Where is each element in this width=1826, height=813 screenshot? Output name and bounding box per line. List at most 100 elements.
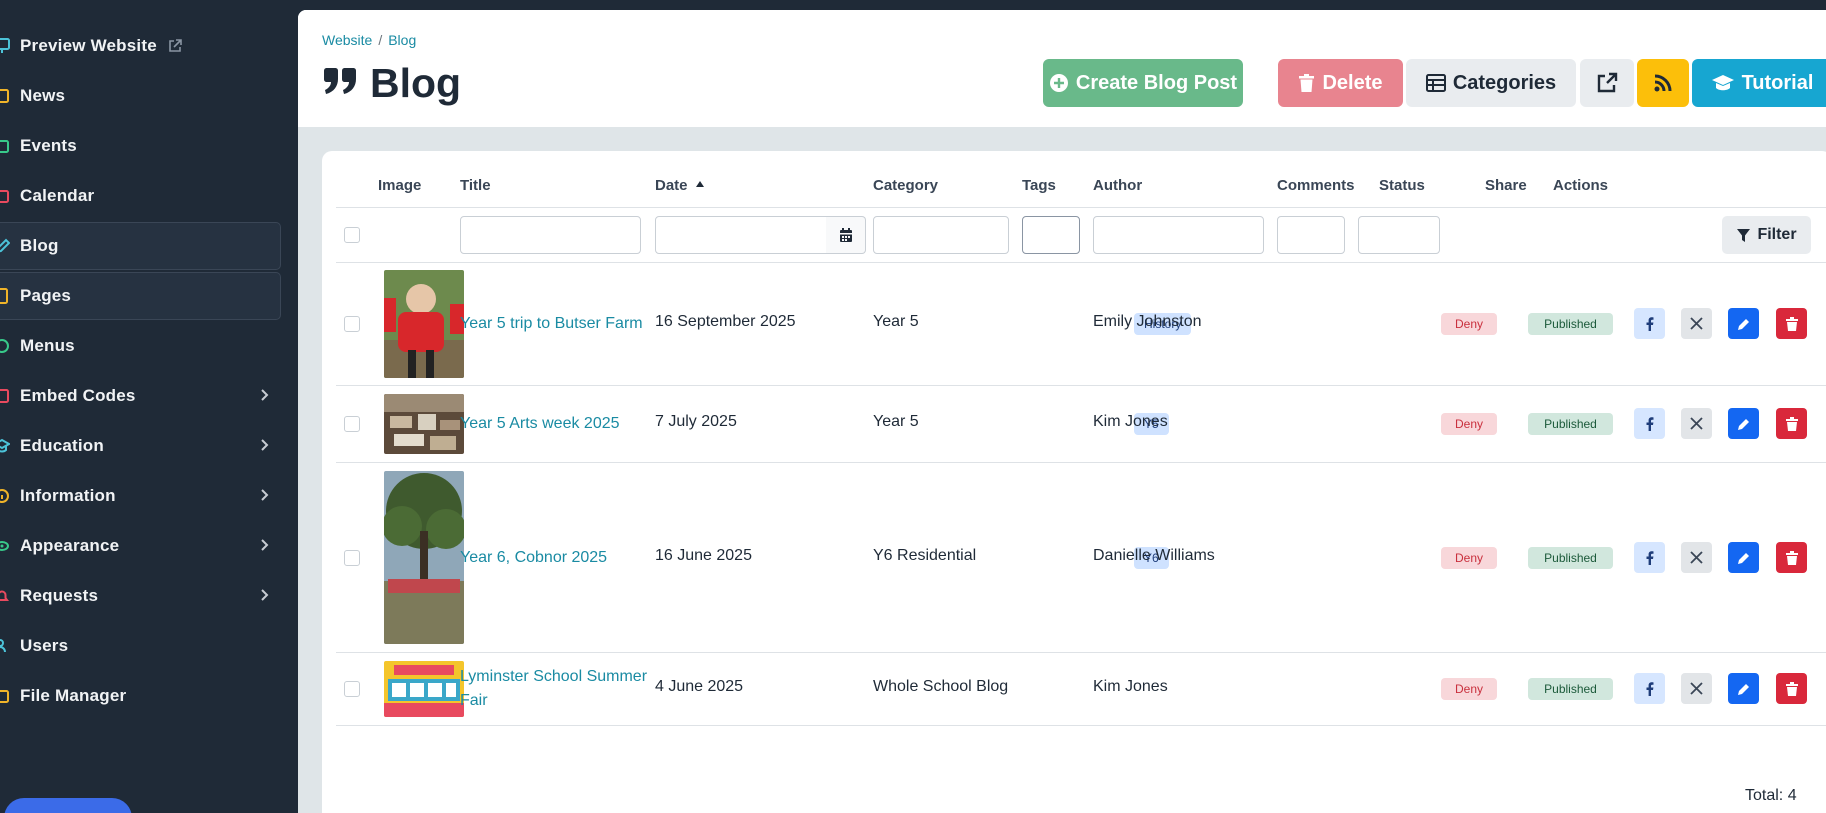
- monitor-icon: [0, 37, 10, 55]
- facebook-icon: [1646, 416, 1653, 431]
- comments-deny-badge[interactable]: Deny: [1441, 413, 1497, 435]
- events-icon: [0, 137, 10, 155]
- edit-post-button[interactable]: [1728, 408, 1759, 439]
- breadcrumb: Website / Blog: [322, 32, 416, 48]
- column-header-author[interactable]: Author: [1093, 177, 1142, 194]
- sidebar-item-calendar[interactable]: Calendar: [0, 172, 281, 220]
- edit-post-button[interactable]: [1728, 308, 1759, 339]
- share-x-button[interactable]: [1681, 673, 1712, 704]
- sidebar-item-requests[interactable]: Requests: [0, 572, 281, 620]
- sidebar-item-pages[interactable]: Pages: [0, 272, 281, 320]
- column-header-title[interactable]: Title: [460, 177, 491, 194]
- x-logo-icon: [1690, 682, 1703, 695]
- post-thumbnail[interactable]: [384, 394, 464, 454]
- table-row[interactable]: Year 6, Cobnor 2025 16 June 2025 Y6 Resi…: [322, 463, 1826, 653]
- breadcrumb-current-link[interactable]: Blog: [388, 32, 416, 48]
- categories-label: Categories: [1452, 71, 1557, 94]
- author-filter-input[interactable]: [1093, 216, 1264, 254]
- sidebar-item-file-manager[interactable]: File Manager: [0, 672, 281, 720]
- share-facebook-button[interactable]: [1634, 542, 1665, 573]
- table-row[interactable]: Year 5 Arts week 2025 7 July 2025 Year 5…: [322, 386, 1826, 463]
- share-x-button[interactable]: [1681, 542, 1712, 573]
- filter-button[interactable]: Filter: [1722, 216, 1811, 254]
- column-header-category[interactable]: Category: [873, 177, 938, 194]
- comments-deny-badge[interactable]: Deny: [1441, 313, 1497, 335]
- table-row[interactable]: Lyminster School Summer Fair 4 June 2025…: [322, 653, 1826, 726]
- rss-feed-button[interactable]: [1637, 59, 1689, 107]
- sidebar-item-appearance[interactable]: Appearance: [0, 522, 281, 570]
- sidebar-item-education[interactable]: Education: [0, 422, 281, 470]
- delete-button[interactable]: Delete: [1278, 59, 1403, 107]
- table-divider: [336, 207, 1826, 208]
- chevron-right-icon: [260, 437, 269, 451]
- table-icon: [1425, 74, 1446, 92]
- share-facebook-button[interactable]: [1634, 408, 1665, 439]
- sidebar-item-events[interactable]: Events: [0, 122, 281, 170]
- column-header-status[interactable]: Status: [1379, 177, 1425, 194]
- breadcrumb-home-link[interactable]: Website: [322, 32, 372, 48]
- sidebar-item-menus[interactable]: Menus: [0, 322, 281, 370]
- row-checkbox[interactable]: [344, 550, 360, 566]
- sidebar-item-information[interactable]: Information: [0, 472, 281, 520]
- edit-post-button[interactable]: [1728, 542, 1759, 573]
- post-title-link[interactable]: Year 5 trip to Butser Farm: [460, 312, 643, 336]
- status-published-badge[interactable]: Published: [1528, 678, 1613, 700]
- post-thumbnail[interactable]: [384, 270, 464, 378]
- comments-filter-input[interactable]: [1277, 216, 1345, 254]
- sidebar-item-preview-website[interactable]: Preview Website: [0, 22, 281, 70]
- share-x-button[interactable]: [1681, 408, 1712, 439]
- page-icon: [0, 287, 10, 305]
- sidebar-item-blog[interactable]: Blog: [0, 222, 281, 270]
- column-header-date[interactable]: Date: [655, 177, 705, 194]
- comments-deny-badge[interactable]: Deny: [1441, 547, 1497, 569]
- page-header: Website / Blog Blog Create Blog Post Delet…: [298, 10, 1826, 127]
- tutorial-button[interactable]: Tutorial: [1692, 59, 1826, 107]
- post-title-link[interactable]: Year 5 Arts week 2025: [460, 412, 620, 436]
- delete-label: Delete: [1322, 71, 1383, 94]
- trash-icon: [1785, 681, 1798, 696]
- floating-action-button[interactable]: [4, 798, 132, 813]
- share-facebook-button[interactable]: [1634, 308, 1665, 339]
- date-picker-button[interactable]: [826, 216, 866, 254]
- delete-post-button[interactable]: [1776, 308, 1807, 339]
- post-title-link[interactable]: Year 6, Cobnor 2025: [460, 546, 607, 570]
- delete-post-button[interactable]: [1776, 673, 1807, 704]
- status-published-badge[interactable]: Published: [1528, 413, 1613, 435]
- post-thumbnail[interactable]: [384, 661, 464, 717]
- post-category: Y6 Residential: [873, 547, 977, 564]
- comments-deny-badge[interactable]: Deny: [1441, 678, 1497, 700]
- categories-button[interactable]: Categories: [1406, 59, 1576, 107]
- status-filter-input[interactable]: [1358, 216, 1440, 254]
- edit-post-button[interactable]: [1728, 673, 1759, 704]
- share-x-button[interactable]: [1681, 308, 1712, 339]
- status-published-badge[interactable]: Published: [1528, 313, 1613, 335]
- tags-filter-input[interactable]: [1022, 216, 1080, 254]
- row-checkbox[interactable]: [344, 316, 360, 332]
- total-count: Total: 4: [1745, 787, 1797, 804]
- open-website-button[interactable]: [1580, 59, 1634, 107]
- share-facebook-button[interactable]: [1634, 673, 1665, 704]
- status-published-badge[interactable]: Published: [1528, 547, 1613, 569]
- post-date: 16 June 2025: [655, 547, 752, 564]
- row-checkbox[interactable]: [344, 681, 360, 697]
- column-header-tags[interactable]: Tags: [1022, 177, 1056, 194]
- sidebar-item-embed-codes[interactable]: Embed Codes: [0, 372, 281, 420]
- table-row[interactable]: Year 5 trip to Butser Farm 16 September …: [322, 262, 1826, 386]
- post-thumbnail[interactable]: [384, 471, 464, 644]
- post-author: Kim Jones: [1093, 678, 1168, 695]
- trash-icon: [1785, 550, 1798, 565]
- delete-post-button[interactable]: [1776, 542, 1807, 573]
- create-blog-post-button[interactable]: Create Blog Post: [1043, 59, 1243, 107]
- select-all-checkbox[interactable]: [344, 227, 360, 243]
- category-filter-input[interactable]: [873, 216, 1009, 254]
- sidebar-item-users[interactable]: Users: [0, 622, 281, 670]
- column-header-date-label: Date: [655, 177, 688, 194]
- column-header-comments[interactable]: Comments: [1277, 177, 1355, 194]
- title-filter-input[interactable]: [460, 216, 641, 254]
- date-filter-input[interactable]: [655, 216, 827, 254]
- row-checkbox[interactable]: [344, 416, 360, 432]
- delete-post-button[interactable]: [1776, 408, 1807, 439]
- sidebar-item-news[interactable]: News: [0, 72, 281, 120]
- sidebar-item-label: Preview Website: [20, 36, 157, 55]
- post-title-link[interactable]: Lyminster School Summer Fair: [460, 665, 650, 713]
